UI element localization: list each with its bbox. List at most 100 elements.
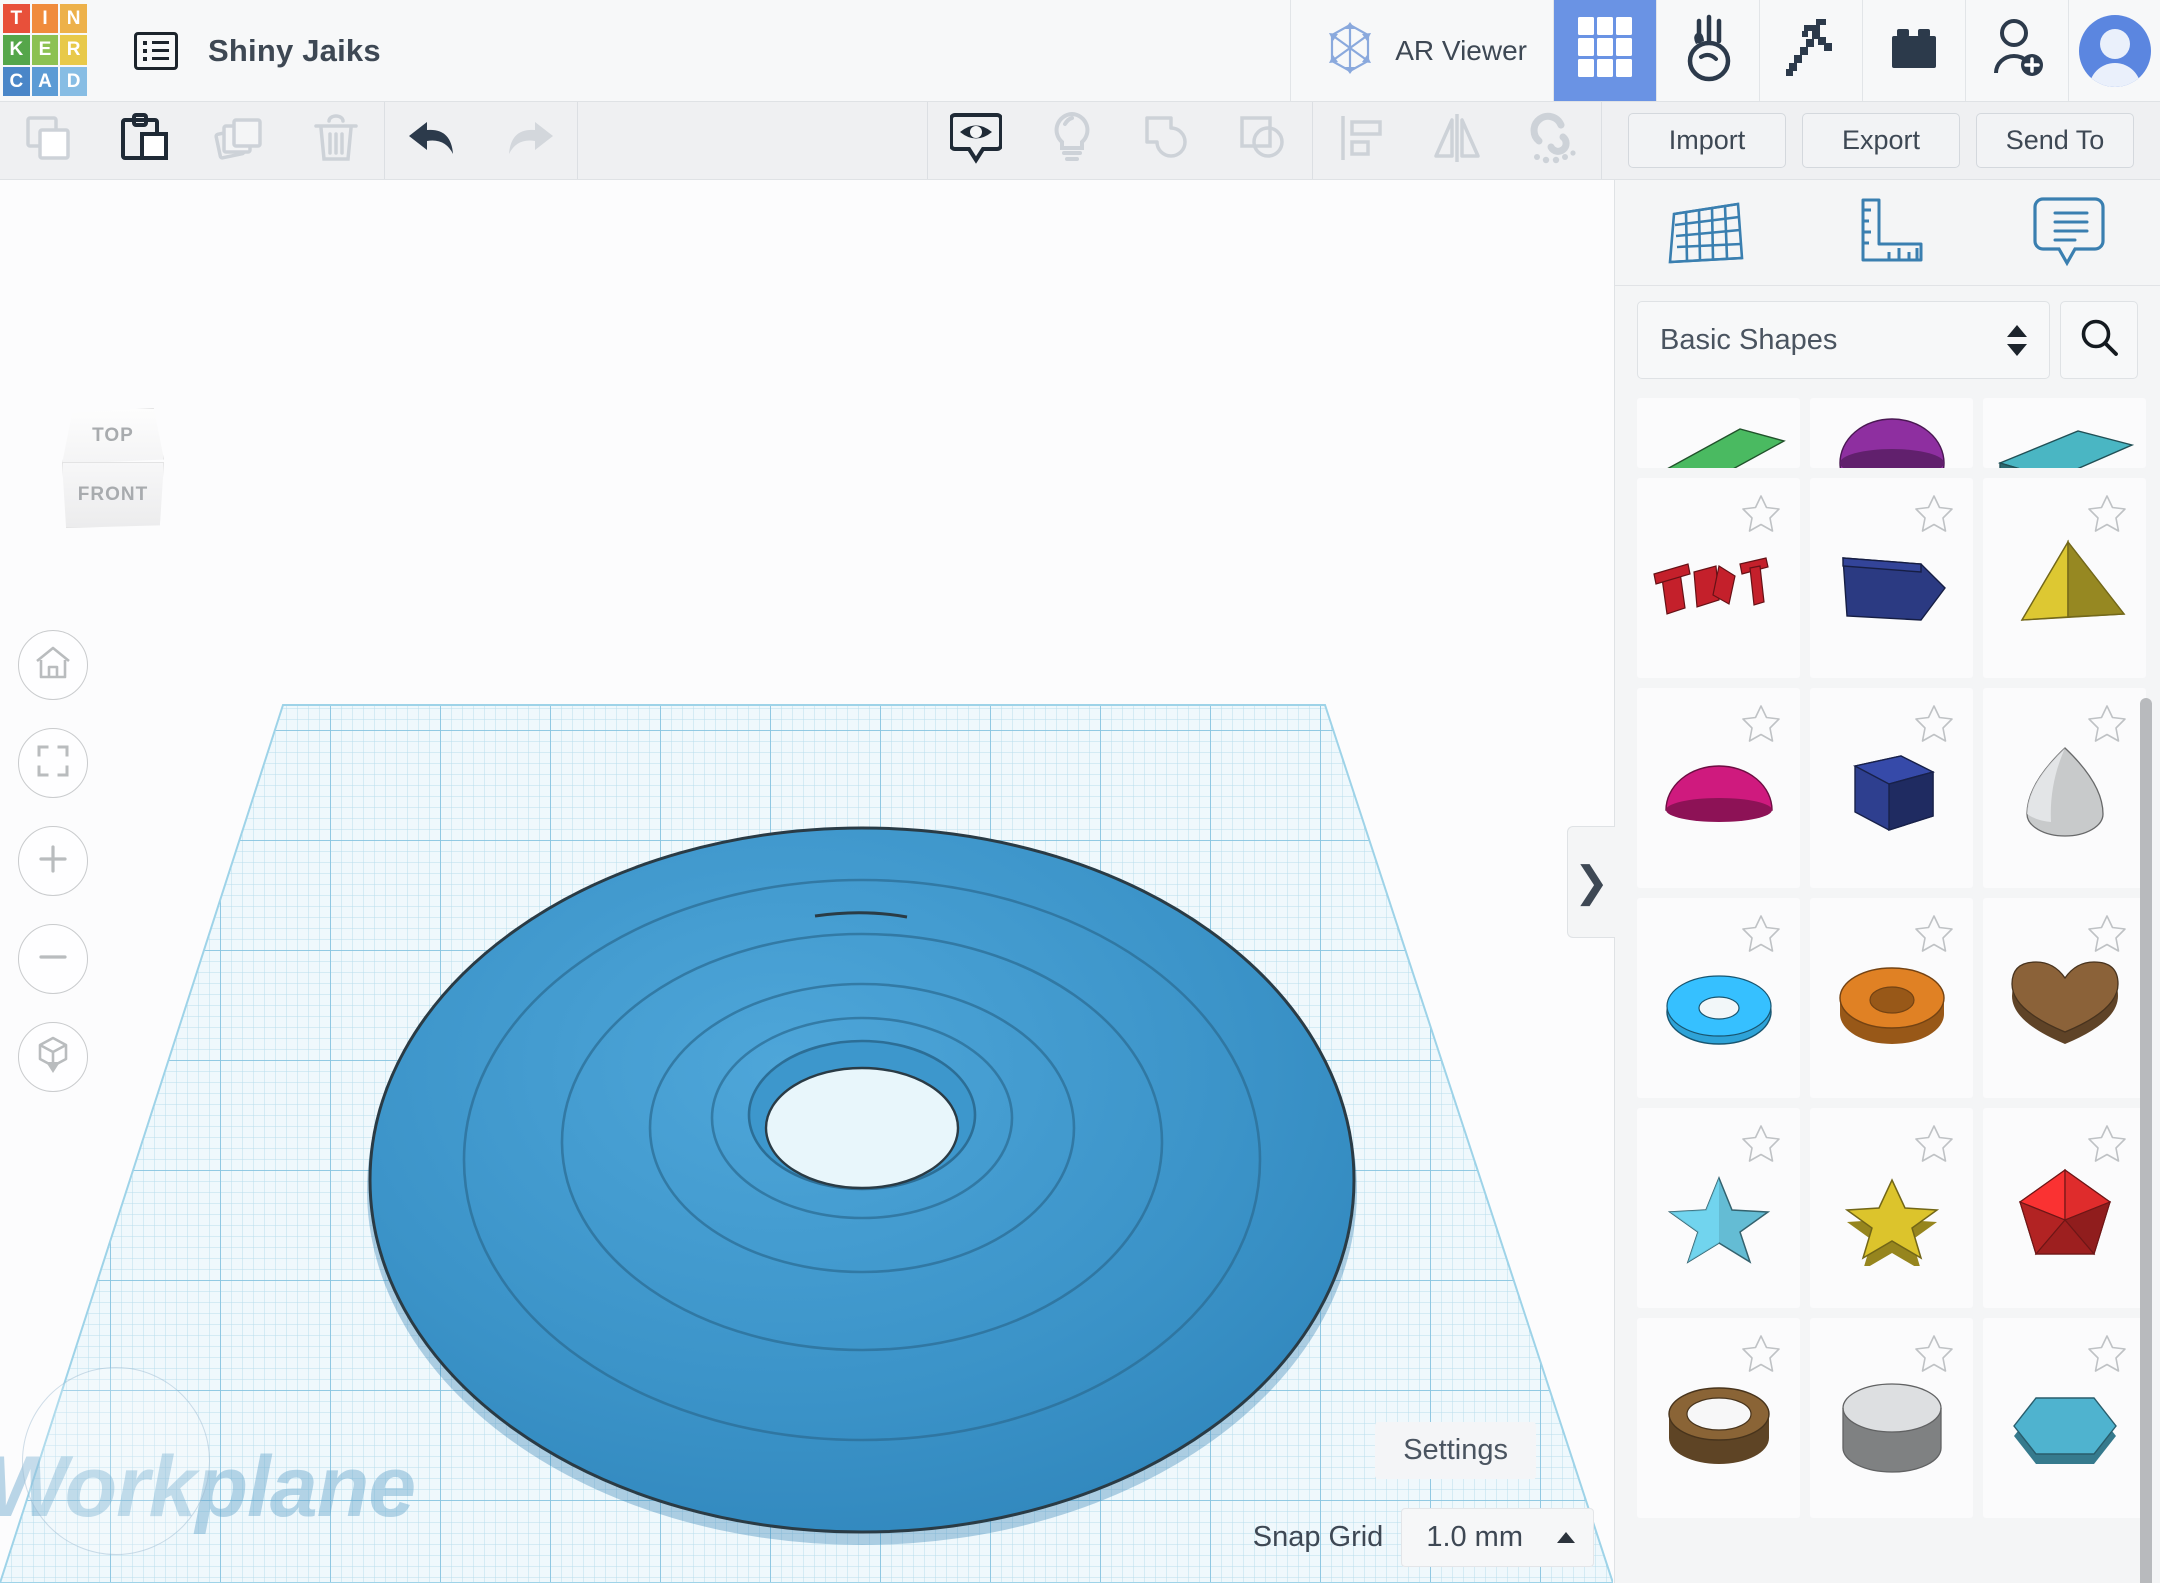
- fit-brackets-icon: [33, 741, 73, 786]
- shape-star-flat[interactable]: [1637, 1108, 1800, 1308]
- panel-scrollbar[interactable]: [2144, 698, 2156, 1583]
- favorite-star-icon[interactable]: [1913, 492, 1955, 539]
- snap-grid-select[interactable]: 1.0 mm: [1401, 1508, 1594, 1567]
- tinkercad-logo[interactable]: TINKERCAD: [0, 0, 90, 102]
- shape-cylinder-gray[interactable]: [1810, 1318, 1973, 1518]
- home-icon: [33, 643, 73, 688]
- tab-note[interactable]: [2009, 190, 2129, 276]
- shape-category-select[interactable]: Basic Shapes: [1637, 301, 2050, 379]
- mirror-flip-icon: [1430, 112, 1484, 169]
- snap-button[interactable]: [1505, 102, 1601, 179]
- logo-cell-a: A: [32, 67, 59, 96]
- import-button[interactable]: Import: [1628, 113, 1786, 168]
- tab-3d-design[interactable]: [1553, 0, 1656, 101]
- group-button[interactable]: [1120, 102, 1216, 179]
- redo-button[interactable]: [481, 102, 577, 179]
- favorite-star-icon[interactable]: [1740, 1332, 1782, 1379]
- ar-viewer-button[interactable]: AR Viewer: [1290, 0, 1553, 101]
- shape-paraboloid[interactable]: [1983, 688, 2146, 888]
- avatar[interactable]: [2068, 0, 2160, 101]
- shape-polyhedron[interactable]: [1983, 1108, 2146, 1308]
- view-cube-top-label: TOP: [92, 425, 134, 447]
- export-button[interactable]: Export: [1802, 113, 1960, 168]
- shape-polygon-cyan[interactable]: [1983, 1318, 2146, 1518]
- tab-bricks[interactable]: [1862, 0, 1965, 101]
- light-button[interactable]: [1024, 102, 1120, 179]
- ar-hexagon-icon: [1321, 19, 1379, 82]
- zoom-out-button[interactable]: [18, 924, 88, 994]
- history-tools-group: [385, 102, 577, 179]
- shape-star-extruded[interactable]: [1810, 1108, 1973, 1308]
- shape-grid: [1637, 398, 2146, 1518]
- home-view-button[interactable]: [18, 630, 88, 700]
- edit-tools-group: [0, 102, 384, 179]
- copy-button[interactable]: [0, 102, 96, 179]
- show-hide-button[interactable]: [928, 102, 1024, 179]
- align-button[interactable]: [1313, 102, 1409, 179]
- invite-people[interactable]: [1965, 0, 2068, 101]
- view-cube-front-face[interactable]: FRONT: [62, 462, 164, 528]
- tab-workplane[interactable]: [1646, 190, 1766, 276]
- shape-half-sphere[interactable]: [1637, 688, 1800, 888]
- shape-library-scroll[interactable]: [1615, 398, 2160, 1583]
- shape-tube[interactable]: [1810, 898, 1973, 1098]
- favorite-star-icon[interactable]: [1740, 912, 1782, 959]
- zoom-in-button[interactable]: [18, 826, 88, 896]
- shape-hexagonal-prism[interactable]: [1810, 688, 1973, 888]
- shape-torus[interactable]: [1637, 898, 1800, 1098]
- lightbulb-icon: [1046, 109, 1098, 172]
- snap-grid-control: Snap Grid 1.0 mm: [1253, 1508, 1594, 1567]
- cube-arrow-icon: [32, 1034, 74, 1081]
- ungroup-button[interactable]: [1216, 102, 1312, 179]
- mirror-button[interactable]: [1409, 102, 1505, 179]
- favorite-star-icon[interactable]: [2086, 702, 2128, 749]
- panel-scrollbar-thumb[interactable]: [2140, 698, 2152, 1583]
- 3d-scene: [0, 180, 1613, 1583]
- favorite-star-icon[interactable]: [1913, 1332, 1955, 1379]
- shape-wedge-thumbnail: [1644, 398, 1794, 468]
- favorite-star-icon[interactable]: [1913, 912, 1955, 959]
- tab-minecraft[interactable]: [1759, 0, 1862, 101]
- delete-button[interactable]: [288, 102, 384, 179]
- shape-search-button[interactable]: [2060, 301, 2138, 379]
- favorite-star-icon[interactable]: [1740, 492, 1782, 539]
- favorite-star-icon[interactable]: [2086, 1332, 2128, 1379]
- hamburger-list-icon[interactable]: [134, 32, 178, 70]
- ortho-perspective-button[interactable]: [18, 1022, 88, 1092]
- favorite-star-icon[interactable]: [2086, 1122, 2128, 1169]
- shape-pyramid[interactable]: [1983, 478, 2146, 678]
- top-bar-right: AR Viewer: [1290, 0, 2160, 101]
- undo-button[interactable]: [385, 102, 481, 179]
- favorite-star-icon[interactable]: [1913, 1122, 1955, 1169]
- favorite-star-icon[interactable]: [1740, 702, 1782, 749]
- shape-ring[interactable]: [1637, 1318, 1800, 1518]
- paste-icon: [118, 112, 170, 169]
- editor-body: TOP FRONT: [0, 180, 2160, 1583]
- chevron-right-icon: ❯: [1574, 861, 1609, 903]
- shape-roof[interactable]: [1983, 398, 2146, 468]
- redo-arrow-icon: [501, 112, 557, 169]
- shape-text[interactable]: [1637, 478, 1800, 678]
- favorite-star-icon[interactable]: [1913, 702, 1955, 749]
- paste-button[interactable]: [96, 102, 192, 179]
- page-title[interactable]: Shiny Jaiks: [208, 33, 381, 69]
- shape-cylinder-purple[interactable]: [1810, 398, 1973, 468]
- favorite-star-icon[interactable]: [1740, 1122, 1782, 1169]
- design-canvas[interactable]: TOP FRONT: [0, 180, 1614, 1583]
- fit-to-view-button[interactable]: [18, 728, 88, 798]
- send-to-button[interactable]: Send To: [1976, 113, 2134, 168]
- settings-button[interactable]: Settings: [1375, 1422, 1536, 1479]
- panel-collapse-toggle[interactable]: ❯: [1567, 826, 1615, 938]
- shape-wedge[interactable]: [1637, 398, 1800, 468]
- view-cube-top-face[interactable]: TOP: [62, 408, 164, 464]
- favorite-star-icon[interactable]: [2086, 492, 2128, 539]
- tab-codeblocks[interactable]: [1656, 0, 1759, 101]
- tab-ruler[interactable]: [1827, 190, 1947, 276]
- view-cube[interactable]: TOP FRONT: [48, 408, 178, 528]
- shape-heart[interactable]: [1983, 898, 2146, 1098]
- shape-box-polygon[interactable]: [1810, 478, 1973, 678]
- arrange-tools-group: [1313, 102, 1601, 179]
- favorite-star-icon[interactable]: [2086, 912, 2128, 959]
- group-shapes-icon: [1141, 112, 1195, 169]
- duplicate-button[interactable]: [192, 102, 288, 179]
